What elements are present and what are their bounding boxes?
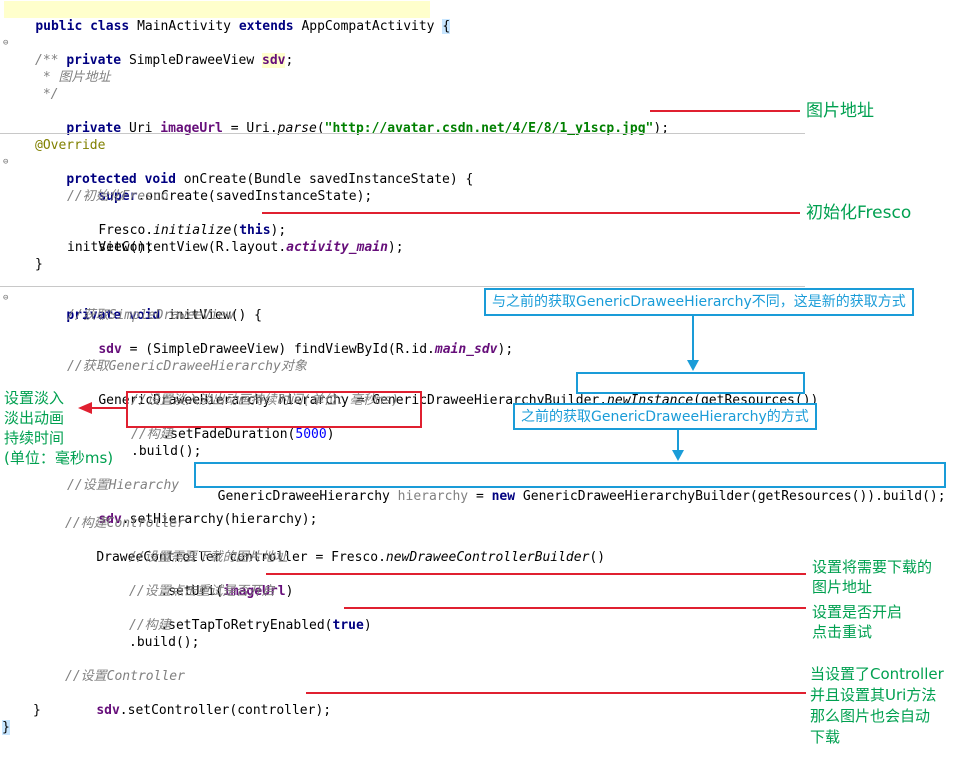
note-image-url: 图片地址 <box>806 101 874 121</box>
code-fragment: ); <box>497 342 514 357</box>
note-fade-duration: 设置淡入 淡出动画 持续时间 (单位：毫秒ms) <box>4 389 114 467</box>
code-line-build: .build(); <box>129 635 200 650</box>
code-line-setcontroller: sdv.setController(controller); <box>65 685 331 718</box>
code-fragment: = <box>468 489 492 504</box>
close-brace-initview: } <box>33 703 41 718</box>
code-fragment: ); <box>387 240 404 255</box>
code-line-initview-call: initView(); <box>67 240 154 255</box>
code-fragment: .setTapToRetryEnabled( <box>160 618 333 633</box>
code-fragment: = (SimpleDraweeView) findViewById(R.id. <box>121 342 435 357</box>
code-line-initview-decl: private void initView() { <box>35 290 262 323</box>
comment-build: //构建 <box>129 618 171 633</box>
class-name: MainActivity <box>137 19 231 34</box>
code-fragment: GenericDraweeHierarchy <box>217 489 398 504</box>
close-brace-oncreate: } <box>35 257 43 272</box>
doc-comment-start: /** <box>35 53 59 68</box>
field-sdv: sdv <box>262 53 286 68</box>
doc-comment-end: */ <box>35 87 59 102</box>
kw-class: class <box>90 19 130 34</box>
code-line-fresco-init: Fresco.initialize(this); <box>67 205 286 238</box>
comment-get-sdv: //获取SimpleDraweeView <box>67 308 234 323</box>
kw-true: true <box>332 618 364 633</box>
open-brace: { <box>442 19 451 34</box>
number-5000: 5000 <box>295 427 327 442</box>
code-line-build: .build(); <box>131 444 202 459</box>
comment-set-uri: //设置需要下载的图片地址 <box>129 550 288 565</box>
code-line-oncreate: protected void onCreate(Bundle savedInst… <box>35 154 473 187</box>
code-fragment: ) <box>285 584 294 599</box>
field-sdv: sdv <box>98 342 122 357</box>
code-fragment: .setFadeDuration( <box>162 427 296 442</box>
comment-build: //构建 <box>131 427 173 442</box>
callout-new-way: 与之前的获取GenericDraweeHierarchy不同，这是新的获取方式 <box>484 288 914 316</box>
old-way-code-box: GenericDraweeHierarchy hierarchy = new G… <box>194 462 946 504</box>
parent-class: AppCompatActivity <box>301 19 435 34</box>
kw-private: private <box>66 53 122 68</box>
comment-set-hierarchy: //设置Hierarchy <box>67 478 180 493</box>
code-line-seturi: .setUri(imageUrl) <box>129 566 293 599</box>
layout-ref: activity_main <box>286 240 388 255</box>
code-line-settaptoretry: .setTapToRetryEnabled(true) <box>129 600 371 633</box>
code-line-controller-builder: DraweeController controller = Fresco.new… <box>65 532 605 565</box>
code-fragment: GenericDraweeHierarchyBuilder(getResourc… <box>515 489 946 504</box>
id-ref: main_sdv <box>434 342 498 357</box>
code-line-super: super.onCreate(savedInstanceState); <box>67 171 372 204</box>
close-brace-class: } <box>2 719 10 736</box>
code-fragment: .setController(controller); <box>119 703 332 718</box>
code-fragment: ) <box>326 427 335 442</box>
kw-new: new <box>491 489 516 504</box>
comment-init-fresco: //初始化Fresco <box>67 189 169 204</box>
method-separator <box>0 286 805 287</box>
doc-comment-body: * 图片地址 <box>35 70 111 85</box>
code-fragment: ) <box>363 618 372 633</box>
close-brace: } <box>2 720 10 735</box>
type-name: SimpleDraweeView <box>128 53 255 68</box>
fade-duration-highlight-box <box>126 391 422 428</box>
code-line-setcontentview: setContentView(R.layout.activity_main); <box>67 222 403 255</box>
comment-tap-retry: //设置点击重试是否开启 <box>129 584 275 599</box>
code-line-findviewbyid: sdv = (SimpleDraweeView) findViewById(R.… <box>67 324 513 357</box>
code-line-imageurl: private Uri imageUrl = Uri.parse("http:/… <box>66 121 670 136</box>
var-hierarchy: hierarchy <box>397 489 469 504</box>
fold-marker-icon[interactable]: ⊖ <box>3 157 8 167</box>
code-fragment: .onCreate(savedInstanceState); <box>137 189 373 204</box>
note-tap-retry: 设置是否开启 点击重试 <box>812 603 903 641</box>
code-line-sdv-field: private SimpleDraweeView sdv; <box>66 53 294 68</box>
note-set-uri: 设置将需要下载的 图片地址 <box>812 558 933 596</box>
annotation-override: @Override <box>35 138 106 153</box>
newinstance-highlight-box <box>576 372 805 394</box>
method-newdraweecontrollerbuilder: newDraweeControllerBuilder <box>385 550 590 565</box>
code-line-class-decl: public class MainActivity extends AppCom… <box>4 1 451 34</box>
note-init-fresco: 初始化Fresco <box>806 203 912 223</box>
method-separator <box>0 133 805 134</box>
field-sdv: sdv <box>96 703 120 718</box>
kw-extends: extends <box>238 19 294 34</box>
kw-public: public <box>35 19 83 34</box>
fold-marker-icon[interactable]: ⊖ <box>3 293 8 303</box>
note-controller: 当设置了Controller 并且设置其Uri方法 那么图片也会自动 下载 <box>810 665 944 746</box>
comment-get-hierarchy: //获取GenericDraweeHierarchy对象 <box>67 359 307 374</box>
comment-set-controller: //设置Controller <box>65 669 185 684</box>
fold-marker-icon[interactable]: ⊖ <box>3 38 8 48</box>
callout-old-way: 之前的获取GenericDraweeHierarchy的方式 <box>513 403 817 430</box>
comment-build-controller: //构建Controller <box>65 516 185 531</box>
code-fragment: () <box>589 550 606 565</box>
